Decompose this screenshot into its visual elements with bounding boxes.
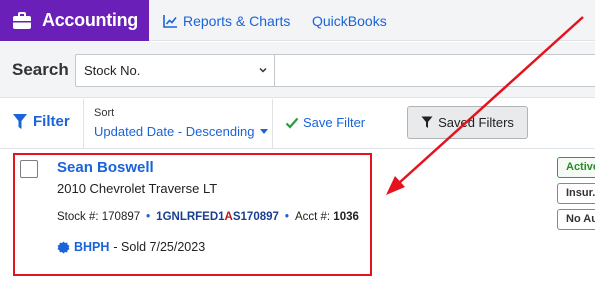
nav-quickbooks[interactable]: QuickBooks (312, 0, 387, 41)
saved-filters-button[interactable]: Saved Filters (407, 106, 528, 139)
search-input[interactable] (275, 54, 595, 87)
save-filter-button[interactable]: Save Filter (285, 115, 365, 130)
briefcase-icon (13, 11, 31, 29)
status-badge-active: Active (557, 157, 595, 178)
divider (83, 99, 84, 149)
status-badge-insurance: Insur. (557, 183, 595, 204)
top-nav: Accounting Reports & Charts QuickBooks (0, 0, 595, 41)
search-bar: Search Stock No. (0, 42, 595, 98)
status-badge-no-auto: No Au (557, 209, 595, 230)
saved-filters-label: Saved Filters (438, 115, 514, 130)
nav-reports-charts[interactable]: Reports & Charts (163, 0, 290, 41)
sort-dropdown[interactable]: Updated Date - Descending (94, 124, 269, 139)
chevron-down-icon (259, 67, 267, 73)
sort-value: Updated Date - Descending (94, 124, 255, 139)
filter-button[interactable]: Filter (12, 113, 70, 130)
search-field-value: Stock No. (84, 63, 141, 78)
filter-funnel-icon (13, 114, 27, 129)
app-name: Accounting (42, 10, 138, 30)
filter-toolbar: Filter Sort Updated Date - Descending Sa… (0, 99, 595, 149)
check-icon (285, 117, 299, 129)
app-brand[interactable]: Accounting (0, 0, 149, 41)
filter-funnel-icon (421, 116, 433, 128)
nav-reports-label: Reports & Charts (183, 12, 291, 29)
search-label: Search (12, 60, 69, 79)
divider (272, 99, 273, 149)
annotation-highlight-box (13, 153, 372, 276)
filter-label: Filter (33, 113, 70, 130)
accounting-page: Accounting Reports & Charts QuickBooks S… (0, 0, 595, 308)
bar-chart-icon (163, 14, 177, 28)
save-filter-label: Save Filter (303, 115, 366, 130)
caret-down-icon (260, 129, 269, 134)
nav-quickbooks-label: QuickBooks (312, 12, 387, 29)
sort-control[interactable]: Sort Updated Date - Descending (94, 107, 269, 139)
sort-title: Sort (94, 107, 115, 119)
search-field-select[interactable]: Stock No. (75, 54, 275, 87)
